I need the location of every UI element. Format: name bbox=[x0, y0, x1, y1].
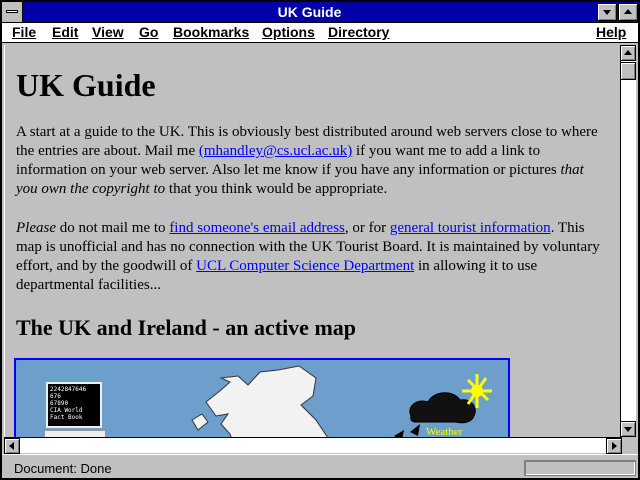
horizontal-scrollbar[interactable] bbox=[4, 437, 622, 454]
rain-drop-icon bbox=[394, 430, 404, 437]
menu-options[interactable]: Options bbox=[262, 24, 315, 40]
status-bar: Document: Done bbox=[2, 454, 638, 478]
scroll-left-button[interactable] bbox=[4, 438, 20, 454]
title-bar: UK Guide bbox=[2, 2, 638, 23]
notice-text-a: do not mail me to bbox=[55, 220, 170, 236]
browser-window: UK Guide File Edit View Go Bookmarks Opt… bbox=[0, 0, 640, 480]
arrow-up-icon bbox=[624, 50, 632, 55]
islands-shape bbox=[191, 413, 209, 431]
rain-drop-icon bbox=[410, 424, 420, 436]
ucl-cs-link[interactable]: UCL Computer Science Department bbox=[196, 258, 414, 274]
weather-link[interactable]: Weather bbox=[426, 426, 462, 437]
notice-text-b: , or for bbox=[344, 220, 390, 236]
menu-view[interactable]: View bbox=[92, 24, 124, 40]
menu-directory[interactable]: Directory bbox=[328, 24, 389, 40]
scotland-shape bbox=[205, 365, 328, 437]
window-title: UK Guide bbox=[277, 4, 342, 20]
tourist-info-link[interactable]: general tourist information bbox=[390, 220, 551, 236]
minimize-button[interactable] bbox=[597, 3, 617, 21]
scroll-up-button[interactable] bbox=[620, 45, 636, 61]
intro-paragraph: A start at a guide to the UK. This is ob… bbox=[16, 123, 604, 199]
minimize-icon bbox=[603, 10, 611, 15]
document-view: UK Guide A start at a guide to the UK. T… bbox=[4, 45, 604, 437]
page-title: UK Guide bbox=[16, 67, 156, 103]
arrow-right-icon bbox=[612, 442, 617, 450]
scroll-down-button[interactable] bbox=[620, 421, 636, 437]
system-menu-button[interactable] bbox=[2, 2, 23, 22]
notice-italic: Please bbox=[16, 220, 56, 236]
vertical-scrollbar[interactable] bbox=[605, 45, 638, 437]
menu-edit[interactable]: Edit bbox=[52, 24, 78, 40]
scroll-right-button[interactable] bbox=[606, 438, 622, 454]
menu-bookmarks[interactable]: Bookmarks bbox=[173, 24, 249, 40]
menu-file[interactable]: File bbox=[12, 24, 36, 40]
email-search-link[interactable]: find someone's email address bbox=[169, 220, 345, 236]
menu-help[interactable]: Help bbox=[596, 24, 626, 40]
vertical-scroll-track[interactable] bbox=[620, 45, 636, 437]
menu-go[interactable]: Go bbox=[139, 24, 158, 40]
map-heading: The UK and Ireland - an active map bbox=[16, 315, 357, 340]
arrow-down-icon bbox=[624, 427, 632, 432]
status-text: Document: Done bbox=[14, 461, 112, 476]
email-link[interactable]: (mhandley@cs.ucl.ac.uk) bbox=[199, 143, 352, 159]
arrow-left-icon bbox=[9, 442, 14, 450]
intro-text-c: that you think would be appropriate. bbox=[165, 181, 388, 197]
menu-bar: File Edit View Go Bookmarks Options Dire… bbox=[2, 23, 638, 43]
active-map-image[interactable]: 2242847646 676 67890 CIA World Fact Book bbox=[14, 358, 510, 437]
vertical-scroll-thumb[interactable] bbox=[620, 62, 636, 80]
cloud-icon bbox=[409, 392, 476, 424]
maximize-button[interactable] bbox=[618, 3, 638, 21]
progress-indicator bbox=[524, 460, 636, 476]
notice-paragraph: Please do not mail me to find someone's … bbox=[16, 219, 604, 295]
maximize-icon bbox=[624, 9, 632, 14]
